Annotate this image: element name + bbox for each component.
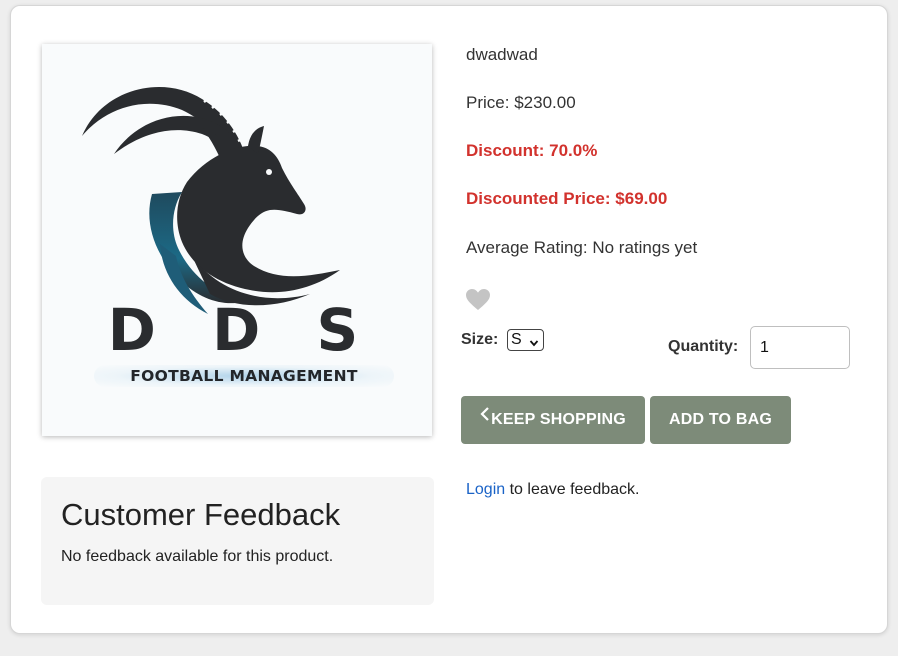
feedback-empty-text: No feedback available for this product.: [61, 548, 334, 565]
discounted-price-label: Discounted Price:: [466, 189, 611, 208]
rating-label: Average Rating:: [466, 238, 588, 257]
keep-shopping-label: KEEP SHOPPING: [491, 411, 626, 428]
quantity-input[interactable]: [750, 326, 850, 369]
rating-line: Average Rating: No ratings yet: [466, 238, 697, 258]
discount-line: Discount: 70.0%: [466, 141, 597, 161]
login-link[interactable]: Login: [466, 481, 505, 498]
product-image: D D S FOOTBALL MANAGEMENT: [42, 44, 432, 436]
heart-icon[interactable]: [465, 288, 491, 312]
discounted-price-value: $69.00: [615, 189, 668, 208]
keep-shopping-button[interactable]: KEEP SHOPPING: [461, 396, 645, 444]
login-feedback-line: Login to leave feedback.: [466, 481, 639, 499]
quantity-label: Quantity:: [668, 338, 739, 355]
customer-feedback-panel: Customer Feedback No feedback available …: [41, 477, 434, 605]
logo-letters: D D S: [107, 296, 377, 364]
rating-value: No ratings yet: [592, 238, 698, 257]
login-suffix-text: to leave feedback.: [505, 481, 640, 498]
add-to-bag-button[interactable]: ADD TO BAG: [650, 396, 791, 444]
price-value: $230.00: [514, 93, 576, 112]
size-label: Size:: [461, 331, 499, 348]
price-label: Price:: [466, 93, 510, 112]
size-selected-value: S: [511, 331, 522, 348]
discount-label: Discount:: [466, 141, 545, 160]
discount-value: 70.0%: [549, 141, 598, 160]
size-select[interactable]: S: [507, 329, 544, 351]
discounted-price-line: Discounted Price: $69.00: [466, 189, 667, 209]
price-line: Price: $230.00: [466, 93, 576, 113]
chevron-left-icon: [480, 394, 490, 442]
feedback-title: Customer Feedback: [61, 497, 341, 532]
product-name: dwadwad: [466, 45, 538, 64]
chevron-down-icon: [529, 334, 539, 354]
logo-subtitle: FOOTBALL MANAGEMENT: [94, 365, 394, 387]
